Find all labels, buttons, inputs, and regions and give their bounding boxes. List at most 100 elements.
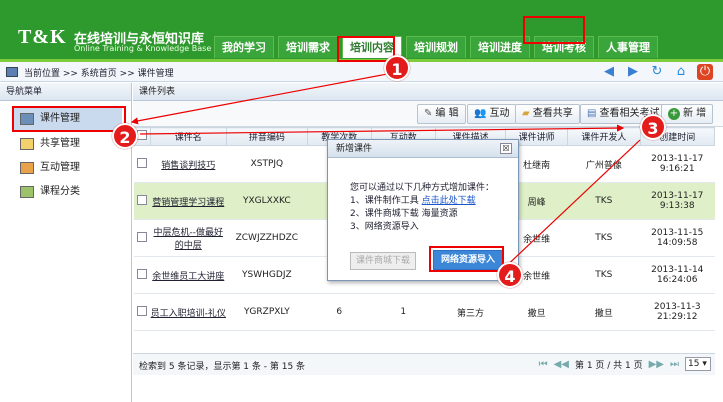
column-header[interactable]: 课件名 — [149, 127, 228, 146]
pager: ⏮ ◀◀ 第 1 页 / 共 1 页 ▶▶ ⏭ 15 ▾ — [539, 357, 711, 371]
download-link[interactable]: 点击此处下载 — [422, 196, 476, 206]
tab-my-learning[interactable]: 我的学习 — [214, 36, 274, 58]
table-footer: 检索到 5 条记录，显示第 1 条 - 第 15 条 ⏮ ◀◀ 第 1 页 / … — [133, 353, 715, 375]
cell-developer: 广州普像 — [567, 145, 641, 183]
course-link[interactable]: 营销管理学习课程 — [152, 198, 224, 208]
tab-training-plan[interactable]: 培训规划 — [406, 36, 466, 58]
tree-icon — [20, 186, 34, 198]
breadcrumb: 当前位置 >> 系统首页 >> 课件管理 — [24, 69, 174, 79]
sidebar-item-interaction[interactable]: 互动管理 — [20, 157, 80, 179]
dialog-line2: 2、课件商城下载 海量资源 — [350, 209, 458, 219]
cell-name[interactable]: 中层危机--做最好的中层 — [150, 219, 227, 257]
document-icon: ▤ — [587, 108, 597, 119]
cell-name[interactable]: 营销管理学习课程 — [150, 182, 227, 220]
interact-button-label: 互动 — [489, 108, 510, 119]
forward-arrow-icon[interactable]: ▶ — [625, 64, 641, 80]
course-link[interactable]: 余世维员工大讲座 — [152, 272, 224, 282]
cell-pinyin: YGRZPXLY — [226, 293, 308, 331]
highlight-box-sidebar — [12, 106, 126, 132]
cell-created: 2013-11-17 9:16:21 — [640, 145, 715, 183]
course-link[interactable]: 销售谈判技巧 — [161, 161, 215, 171]
pencil-icon: ✎ — [424, 108, 433, 119]
row-select[interactable] — [133, 145, 151, 183]
page-size-select[interactable]: 15 ▾ — [685, 357, 711, 371]
top-toolbar: ◀ ▶ ↻ ⌂ ⏻ — [601, 64, 713, 80]
view-share-button[interactable]: ▰ 查看共享 — [515, 104, 580, 124]
checkbox[interactable] — [136, 268, 147, 279]
checkbox[interactable] — [136, 157, 147, 168]
action-toolbar: ✎ 编 辑 👥 互动 ▰ 查看共享 ▤ 查看相关考试 + 新 增 — [133, 101, 723, 127]
cell-created: 2013-11-15 14:09:58 — [640, 219, 715, 257]
row-select[interactable] — [133, 293, 151, 331]
annotation-badge-3: 3 — [640, 114, 666, 140]
sidebar-item-category[interactable]: 课程分类 — [20, 181, 80, 203]
checkbox[interactable] — [136, 305, 147, 316]
column-header[interactable]: 拼音编码 — [226, 127, 308, 146]
tab-training-needs[interactable]: 培训需求 — [278, 36, 338, 58]
cell-pinyin: YXGLXXKC — [226, 182, 308, 220]
next-page-icon[interactable]: ▶▶ — [649, 359, 664, 370]
prev-page-icon[interactable]: ◀◀ — [554, 359, 569, 370]
sidebar-title: 导航菜单 — [0, 83, 131, 101]
cell-pinyin: XSTPJQ — [226, 145, 308, 183]
new-button-label: 新 增 — [683, 108, 707, 119]
cell-developer: TKS — [567, 219, 641, 257]
edit-button[interactable]: ✎ 编 辑 — [417, 104, 466, 124]
breadcrumb-bar: 当前位置 >> 系统首页 >> 课件管理 ◀ ▶ ↻ ⌂ ⏻ — [0, 62, 723, 82]
folder-icon: ▰ — [522, 108, 530, 119]
cell-developer: TKS — [567, 182, 641, 220]
logo: T&K — [18, 26, 67, 48]
sidebar-item-share[interactable]: 共享管理 — [20, 133, 80, 155]
dialog-line1: 1、课件制作工具 点击此处下载 — [350, 195, 494, 208]
cell-created: 2013-11-3 21:29:12 — [640, 293, 715, 331]
column-header[interactable]: 课件开发人 — [567, 127, 641, 146]
tab-hr-management[interactable]: 人事管理 — [598, 36, 658, 58]
highlight-box-import — [429, 246, 504, 272]
course-link[interactable]: 员工入职培训-礼仪 — [151, 309, 226, 319]
close-icon[interactable]: ☒ — [500, 143, 512, 154]
highlight-box-new — [523, 16, 585, 44]
cell-name[interactable]: 员工入职培训-礼仪 — [150, 293, 227, 331]
tab-training-progress[interactable]: 培训进度 — [470, 36, 530, 58]
annotation-badge-4: 4 — [497, 262, 523, 288]
refresh-icon[interactable]: ↻ — [649, 64, 665, 80]
view-share-label: 查看共享 — [532, 108, 573, 119]
power-icon[interactable]: ⏻ — [697, 64, 713, 80]
cell-count: 6 — [307, 293, 372, 331]
cell-desc: 第三方 — [435, 293, 506, 331]
page-indicator: 第 1 页 / 共 1 页 — [574, 360, 643, 371]
row-select[interactable] — [133, 256, 151, 294]
sidebar-item-label: 课程分类 — [40, 186, 80, 197]
share-icon — [20, 138, 34, 150]
checkbox[interactable] — [136, 231, 147, 242]
dialog-body: 您可以通过以下几种方式增加课件： 1、课件制作工具 点击此处下载 2、课件商城下… — [350, 182, 494, 234]
main-nav: 我的学习 培训需求 培训内容 培训规划 培训进度 培训考核 人事管理 — [214, 36, 658, 60]
edit-button-label: 编 辑 — [435, 108, 459, 119]
checkbox[interactable] — [136, 130, 147, 140]
plus-icon: + — [668, 108, 680, 120]
new-button[interactable]: + 新 增 — [661, 104, 714, 124]
row-select[interactable] — [133, 182, 151, 220]
panel-title: 课件列表 — [133, 83, 723, 101]
back-arrow-icon[interactable]: ◀ — [601, 64, 617, 80]
location-icon — [6, 67, 18, 77]
checkbox[interactable] — [136, 194, 147, 205]
last-page-icon[interactable]: ⏭ — [670, 359, 679, 370]
first-page-icon[interactable]: ⏮ — [539, 359, 548, 370]
people-icon — [20, 162, 34, 174]
people-icon: 👥 — [474, 108, 487, 119]
course-link[interactable]: 中层危机--做最好的中层 — [154, 228, 224, 251]
annotation-badge-2: 2 — [112, 123, 138, 149]
cell-interact: 1 — [371, 293, 436, 331]
cell-name[interactable]: 余世维员工大讲座 — [150, 256, 227, 294]
interact-button[interactable]: 👥 互动 — [467, 104, 517, 124]
sidebar-item-label: 共享管理 — [40, 138, 80, 149]
row-select[interactable] — [133, 219, 151, 257]
store-download-button[interactable]: 课件商城下载 — [350, 252, 416, 270]
home-icon[interactable]: ⌂ — [673, 64, 689, 80]
table-row[interactable]: 员工入职培训-礼仪 YGRZPXLY 6 1 第三方 撒旦 撒旦 2013-11… — [133, 293, 715, 331]
cell-name[interactable]: 销售谈判技巧 — [150, 145, 227, 183]
dialog-line3: 3、网络资源导入 — [350, 222, 419, 232]
dialog-line1-text: 1、课件制作工具 — [350, 196, 419, 206]
sidebar-item-label: 互动管理 — [40, 162, 80, 173]
